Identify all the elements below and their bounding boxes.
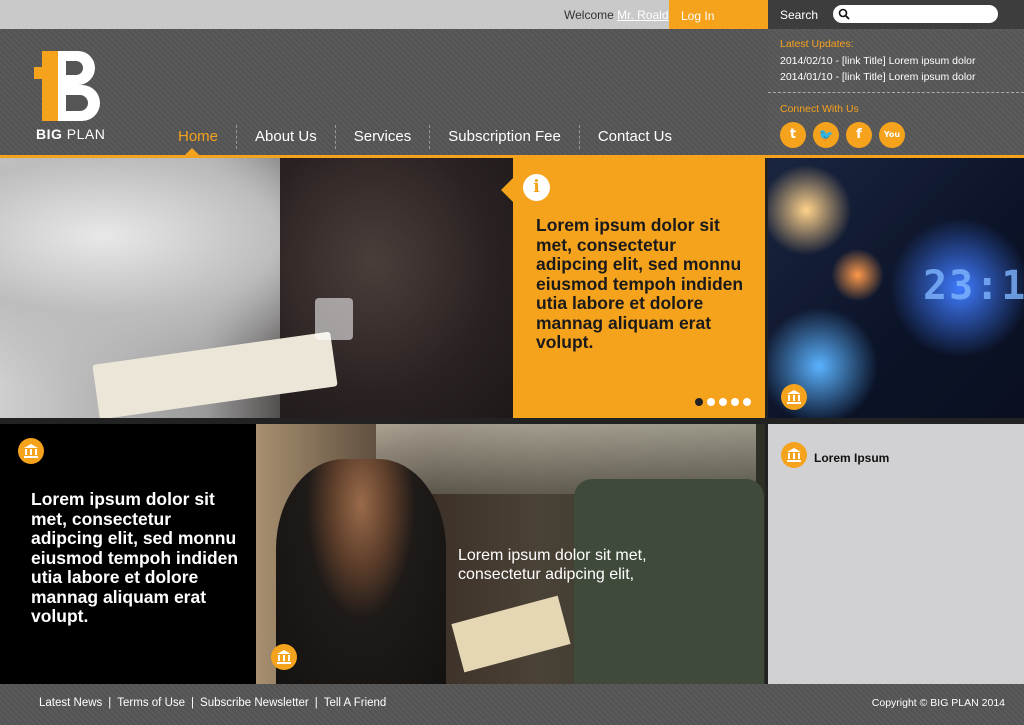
- footer: Latest News | Terms of Use | Subscribe N…: [0, 684, 1024, 725]
- footer-separator: |: [108, 697, 112, 709]
- photo-glass: [315, 298, 353, 340]
- login-button[interactable]: Log In: [669, 0, 768, 29]
- bank-icon[interactable]: [781, 384, 807, 410]
- twitter-icon[interactable]: t: [780, 122, 806, 148]
- nav-item-contact-us[interactable]: Contact Us: [580, 125, 690, 149]
- nav-item-home[interactable]: Home: [160, 125, 236, 149]
- divider: [0, 418, 1024, 424]
- cafe-photo: Lorem ipsum dolor sit met, consectetur a…: [256, 424, 765, 684]
- footer-separator: |: [191, 697, 195, 709]
- hero-photo: [0, 158, 513, 418]
- slider-dot[interactable]: [743, 398, 751, 406]
- footer-link-terms[interactable]: Terms of Use: [117, 697, 185, 709]
- welcome-text: Welcome Mr. Roald: [564, 8, 669, 22]
- city-photo: 23:15: [768, 158, 1024, 418]
- updates-panel: Latest Updates: 2014/02/10 - [link Title…: [768, 29, 1024, 155]
- nav-item-services[interactable]: Services: [336, 125, 430, 149]
- side-panel-label: Lorem Ipsum: [814, 451, 890, 465]
- logo-icon[interactable]: [34, 51, 104, 121]
- slider-dot[interactable]: [707, 398, 715, 406]
- footer-link-latest-news[interactable]: Latest News: [39, 697, 102, 709]
- copyright-text: Copyright © BIG PLAN 2014: [871, 697, 1005, 709]
- slider-dot[interactable]: [731, 398, 739, 406]
- bank-icon[interactable]: [18, 438, 44, 464]
- city-display: 23:15: [923, 263, 1024, 309]
- nav-item-about-us[interactable]: About Us: [237, 125, 335, 149]
- footer-links: Latest News | Terms of Use | Subscribe N…: [39, 697, 386, 709]
- active-nav-caret: [185, 148, 199, 155]
- connect-title: Connect With Us: [780, 103, 859, 115]
- update-link[interactable]: 2014/01/10 - [link Title] Lorem ipsum do…: [780, 71, 976, 83]
- footer-link-tell-a-friend[interactable]: Tell A Friend: [324, 697, 387, 709]
- info-icon: i: [523, 174, 550, 201]
- logo-text: BIG PLAN: [36, 126, 105, 142]
- header: BIG PLAN Home About Us Services Subscrip…: [0, 29, 768, 155]
- logo-text-bold: BIG: [36, 126, 63, 142]
- search-area: Search: [768, 0, 1024, 29]
- promo-black-box: Lorem ipsum dolor sit met, consectetur a…: [0, 424, 256, 684]
- top-bar: Welcome Mr. Roald Log In Search: [0, 0, 1024, 29]
- info-notch: [501, 178, 513, 202]
- info-text: Lorem ipsum dolor sit met, consectetur a…: [536, 215, 744, 352]
- update-link[interactable]: 2014/02/10 - [link Title] Lorem ipsum do…: [780, 55, 976, 67]
- info-box: i Lorem ipsum dolor sit met, consectetur…: [513, 158, 765, 418]
- youtube-icon[interactable]: You: [879, 122, 905, 148]
- footer-separator: |: [314, 697, 318, 709]
- slider-dot[interactable]: [695, 398, 703, 406]
- bank-icon[interactable]: [781, 442, 807, 468]
- search-label: Search: [780, 8, 819, 22]
- user-name-link[interactable]: Mr. Roald: [617, 8, 668, 22]
- facebook-icon[interactable]: f: [846, 122, 872, 148]
- photo-man: [276, 459, 446, 684]
- slider-dots: [695, 398, 751, 406]
- main-nav: Home About Us Services Subscription Fee …: [160, 125, 690, 149]
- bird-icon[interactable]: 🐦: [813, 122, 839, 148]
- updates-title: Latest Updates:: [780, 38, 854, 50]
- promo-text: Lorem ipsum dolor sit met, consectetur a…: [31, 489, 239, 626]
- logo-text-light: PLAN: [66, 126, 106, 142]
- side-panel: Lorem Ipsum: [768, 424, 1024, 684]
- photo-book: [451, 595, 571, 673]
- nav-item-subscription-fee[interactable]: Subscription Fee: [430, 125, 579, 149]
- footer-link-subscribe[interactable]: Subscribe Newsletter: [200, 697, 309, 709]
- bank-icon[interactable]: [271, 644, 297, 670]
- welcome-prefix: Welcome: [564, 8, 614, 22]
- cafe-caption: Lorem ipsum dolor sit met, consectetur a…: [458, 547, 647, 583]
- divider: [765, 158, 768, 684]
- slider-dot[interactable]: [719, 398, 727, 406]
- search-input[interactable]: [833, 5, 998, 23]
- search-icon[interactable]: [838, 8, 850, 20]
- divider: [768, 92, 1024, 93]
